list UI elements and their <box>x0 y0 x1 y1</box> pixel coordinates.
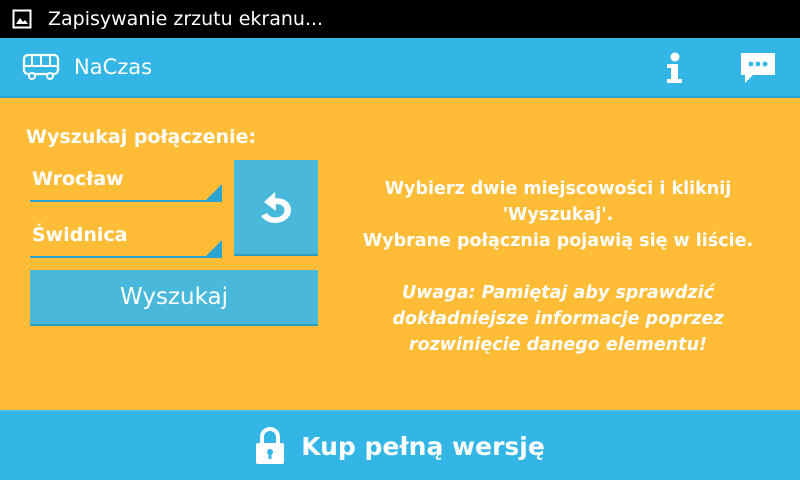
to-spinner[interactable]: Świdnica <box>30 216 222 258</box>
info-text: Wybierz dwie miejscowości i kliknij 'Wys… <box>348 176 768 358</box>
buy-full-version-button[interactable]: Kup pełną wersję <box>0 410 800 480</box>
status-notification-text: Zapisywanie zrzutu ekranu... <box>48 8 324 30</box>
to-value: Świdnica <box>32 224 128 246</box>
info-icon[interactable] <box>644 38 704 98</box>
lock-icon <box>255 427 285 465</box>
search-button[interactable]: Wyszukaj <box>30 270 318 326</box>
instructions-text: Wybierz dwie miejscowości i kliknij 'Wys… <box>362 179 754 251</box>
warning-text: Uwaga: Pamiętaj aby sprawdzić dokładniej… <box>392 283 724 355</box>
status-bar: Zapisywanie zrzutu ekranu... <box>0 0 800 38</box>
app-title[interactable]: NaCzas <box>74 55 152 79</box>
swap-button[interactable] <box>234 160 318 256</box>
action-bar: NaCzas <box>0 38 800 98</box>
search-heading: Wyszukaj połączenie: <box>26 126 257 148</box>
search-panel: Wyszukaj połączenie: Wrocław Świdnica Wy… <box>0 98 800 410</box>
swap-arrow-icon <box>261 192 291 223</box>
dropdown-corner-icon <box>206 184 222 200</box>
image-icon <box>12 8 34 30</box>
bus-icon[interactable] <box>22 52 62 82</box>
from-value: Wrocław <box>32 168 124 190</box>
chat-icon[interactable] <box>728 38 788 98</box>
from-spinner[interactable]: Wrocław <box>30 160 222 202</box>
buy-label: Kup pełną wersję <box>301 431 545 461</box>
dropdown-corner-icon <box>206 240 222 256</box>
